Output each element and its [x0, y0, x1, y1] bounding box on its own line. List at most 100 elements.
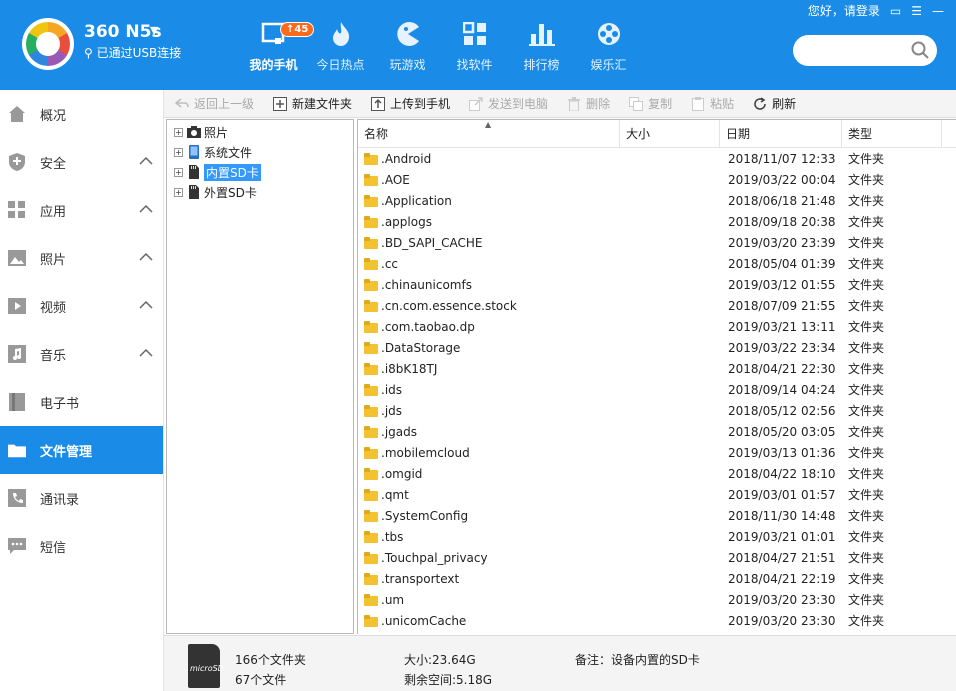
- table-row[interactable]: .Android 2018/11/07 12:33 文件夹: [358, 148, 956, 169]
- table-row[interactable]: .qmt 2019/03/01 01:57 文件夹: [358, 484, 956, 505]
- column-header-size[interactable]: 大小: [620, 120, 720, 148]
- tree-node-external-sd[interactable]: + 外置SD卡: [167, 182, 353, 202]
- tab-entertainment[interactable]: 娱乐汇: [575, 0, 642, 90]
- sidebar-item-video[interactable]: 视频: [0, 282, 163, 330]
- file-type: 文件夹: [848, 404, 885, 418]
- table-row[interactable]: .tbs 2019/03/21 01:01 文件夹: [358, 526, 956, 547]
- tab-rankings[interactable]: 排行榜: [508, 0, 575, 90]
- file-date: 2019/03/21 01:01: [728, 529, 836, 544]
- tree-node-internal-sd[interactable]: + 内置SD卡: [167, 162, 353, 182]
- paste-button[interactable]: 粘贴: [680, 90, 742, 118]
- tab-my-phone[interactable]: ↑45 我的手机: [240, 0, 315, 90]
- sidebar-item-overview[interactable]: 概况: [0, 90, 163, 138]
- back-label: 返回上一级: [194, 97, 255, 111]
- table-row[interactable]: .um 2019/03/20 23:30 文件夹: [358, 589, 956, 610]
- sidebar-item-file-manager[interactable]: 文件管理: [0, 426, 163, 474]
- folder-icon: [364, 152, 378, 165]
- table-row[interactable]: .omgid 2018/04/22 18:10 文件夹: [358, 463, 956, 484]
- feedback-icon[interactable]: ▭: [890, 4, 901, 18]
- expand-icon[interactable]: +: [174, 167, 183, 177]
- tree-node-system-files[interactable]: + 系统文件: [167, 142, 353, 162]
- chevron-up-icon[interactable]: [139, 346, 153, 361]
- folder-icon: [364, 215, 378, 228]
- file-name-cell: .omgid: [358, 467, 620, 481]
- folder-icon: [364, 257, 378, 270]
- file-name-cell: .Application: [358, 194, 620, 208]
- table-row[interactable]: .cn.com.essence.stock 2018/07/09 21:55 文件夹: [358, 295, 956, 316]
- tree-node-label: 系统文件: [204, 145, 253, 160]
- search-icon[interactable]: [911, 41, 929, 62]
- file-type: 文件夹: [848, 446, 885, 460]
- folder-icon: [364, 530, 378, 543]
- upload-label: 上传到手机: [390, 97, 451, 111]
- expand-icon[interactable]: +: [174, 127, 183, 137]
- file-name: .applogs: [381, 214, 432, 229]
- sidebar-item-label: 概况: [40, 108, 67, 124]
- table-row[interactable]: .Application 2018/06/18 21:48 文件夹: [358, 190, 956, 211]
- table-row[interactable]: .DataStorage 2019/03/22 23:34 文件夹: [358, 337, 956, 358]
- trash-icon: [566, 96, 582, 112]
- chevron-up-icon[interactable]: [139, 202, 153, 217]
- table-row[interactable]: .applogs 2018/09/18 20:38 文件夹: [358, 211, 956, 232]
- column-header-date[interactable]: 日期: [720, 120, 842, 148]
- table-row[interactable]: .cc 2018/05/04 01:39 文件夹: [358, 253, 956, 274]
- table-row[interactable]: .transportext 2018/04/21 22:19 文件夹: [358, 568, 956, 589]
- file-date: 2018/05/12 02:56: [728, 403, 836, 418]
- table-row[interactable]: .AOE 2019/03/22 00:04 文件夹: [358, 169, 956, 190]
- send-to-pc-button[interactable]: 发送到电脑: [458, 90, 556, 118]
- sidebar-item-photos[interactable]: 照片: [0, 234, 163, 282]
- chevron-up-icon[interactable]: [139, 250, 153, 265]
- copy-button[interactable]: 复制: [618, 90, 680, 118]
- sidebar-item-apps[interactable]: 应用: [0, 186, 163, 234]
- file-date: 2019/03/01 01:57: [728, 487, 836, 502]
- table-row[interactable]: .unicomCache 2019/03/20 23:30 文件夹: [358, 610, 956, 631]
- expand-icon[interactable]: +: [174, 147, 183, 157]
- device-dropdown-caret-icon[interactable]: ▼: [150, 24, 158, 37]
- folder-icon: [364, 278, 378, 291]
- upload-to-phone-button[interactable]: 上传到手机: [360, 90, 458, 118]
- table-row[interactable]: .com.taobao.dp 2019/03/21 13:11 文件夹: [358, 316, 956, 337]
- table-row[interactable]: .jgads 2018/05/20 03:05 文件夹: [358, 421, 956, 442]
- login-link[interactable]: 您好，请登录: [808, 2, 880, 19]
- search-input[interactable]: [805, 35, 915, 66]
- sidebar-item-contacts[interactable]: 通讯录: [0, 474, 163, 522]
- minimize-icon[interactable]: —: [932, 4, 944, 18]
- sidebar-item-ebook[interactable]: 电子书: [0, 378, 163, 426]
- table-row[interactable]: .Touchpal_privacy 2018/04/27 21:51 文件夹: [358, 547, 956, 568]
- table-row[interactable]: .jds 2018/05/12 02:56 文件夹: [358, 400, 956, 421]
- sidebar-item-music[interactable]: 音乐: [0, 330, 163, 378]
- menu-icon[interactable]: ☰: [911, 4, 922, 18]
- table-row[interactable]: .chinaunicomfs 2019/03/12 01:55 文件夹: [358, 274, 956, 295]
- file-type: 文件夹: [848, 320, 885, 334]
- table-row[interactable]: .i8bK18TJ 2018/04/21 22:30 文件夹: [358, 358, 956, 379]
- sort-asc-icon: ▲: [485, 120, 492, 129]
- refresh-button[interactable]: 刷新: [742, 90, 804, 118]
- folder-icon: [364, 572, 378, 585]
- file-date: 2019/03/13 01:36: [728, 445, 836, 460]
- file-type: 文件夹: [848, 341, 885, 355]
- total-size: 大小:23.64G: [404, 653, 476, 667]
- sidebar-item-security[interactable]: 安全: [0, 138, 163, 186]
- sidebar-item-sms[interactable]: 短信: [0, 522, 163, 570]
- chevron-up-icon[interactable]: [139, 154, 153, 169]
- expand-icon[interactable]: +: [174, 187, 183, 197]
- phone-file-icon: [187, 145, 201, 159]
- column-header-type[interactable]: 类型: [842, 120, 942, 148]
- table-row[interactable]: .ids 2018/09/14 04:24 文件夹: [358, 379, 956, 400]
- tab-today-hot[interactable]: 今日热点: [307, 0, 374, 90]
- tab-find-software[interactable]: 找软件: [441, 0, 508, 90]
- sd-card-label: microSD: [190, 664, 224, 673]
- tree-node-photos[interactable]: + 照片: [167, 122, 353, 142]
- new-folder-button[interactable]: 新建文件夹: [262, 90, 360, 118]
- chevron-up-icon[interactable]: [139, 298, 153, 313]
- tab-label: 玩游戏: [389, 58, 426, 72]
- back-button[interactable]: 返回上一级: [164, 90, 262, 118]
- table-row[interactable]: .SystemConfig 2018/11/30 14:48 文件夹: [358, 505, 956, 526]
- storage-note: 备注：设备内置的SD卡: [575, 653, 700, 667]
- app-logo: [22, 18, 74, 70]
- delete-button[interactable]: 删除: [556, 90, 618, 118]
- table-row[interactable]: .BD_SAPI_CACHE 2019/03/20 23:39 文件夹: [358, 232, 956, 253]
- table-row[interactable]: .mobilemcloud 2019/03/13 01:36 文件夹: [358, 442, 956, 463]
- tab-games[interactable]: 玩游戏: [374, 0, 441, 90]
- folder-icon: [364, 194, 378, 207]
